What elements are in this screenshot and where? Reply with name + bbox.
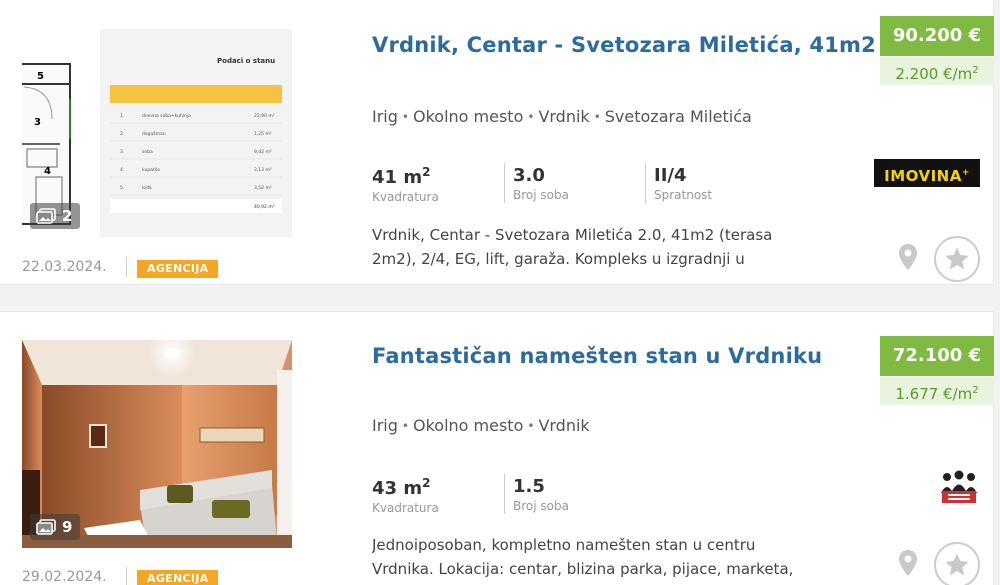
rooms-label: Broj soba bbox=[513, 499, 569, 513]
agency-badge: AGENCIJA bbox=[137, 570, 219, 585]
area-value: 43 m bbox=[372, 478, 423, 499]
rooms-stat: 1.5 Broj soba bbox=[513, 476, 569, 513]
favorite-button[interactable] bbox=[934, 542, 980, 585]
floorplan-row-number: 3. bbox=[120, 149, 124, 155]
map-pin-icon[interactable] bbox=[898, 243, 918, 271]
location-part: Irig bbox=[372, 107, 398, 126]
floor-stat: II/4 Spratnost bbox=[654, 165, 712, 202]
agency-badge: AGENCIJA bbox=[137, 260, 219, 278]
rooms-value: 1.5 bbox=[513, 476, 545, 497]
room-label: 5 bbox=[37, 71, 44, 82]
room-label: 3 bbox=[34, 117, 41, 128]
listing-title[interactable]: Vrdnik, Centar - Svetozara Miletića, 41m… bbox=[372, 33, 876, 57]
location-part: Vrdnik bbox=[538, 107, 590, 126]
location-part: Okolno mesto bbox=[412, 107, 524, 126]
location-part: Okolno mesto bbox=[412, 416, 524, 435]
divider bbox=[504, 474, 505, 514]
listing-location: Irig • Okolno mesto • Vrdnik • Svetozara Milet… bbox=[372, 107, 752, 126]
floorplan-row-number: 5. bbox=[120, 185, 124, 191]
rooms-stat: 3.0 Broj soba bbox=[513, 165, 569, 202]
divider bbox=[645, 163, 646, 203]
price-per-m2: 1.677 €/m2 bbox=[880, 377, 994, 405]
listing-price: 72.100 € bbox=[880, 336, 994, 376]
floor-label: Spratnost bbox=[654, 188, 713, 202]
floorplan-row-number: 1. bbox=[120, 113, 124, 119]
listing-description: Jednoiposoban, kompletno namešten stan u… bbox=[372, 536, 794, 578]
floorplan-row-area: 1,25 m² bbox=[254, 131, 272, 137]
listing-location: Irig • Okolno mesto • Vrdnik bbox=[372, 416, 590, 435]
floorplan-row-number: 4. bbox=[120, 167, 124, 173]
floor-value: II/4 bbox=[654, 165, 687, 186]
area-stat: 41 m2 Kvadratura bbox=[372, 165, 439, 204]
price-per-m2: 2.200 €/m2 bbox=[880, 57, 994, 85]
listing-thumbnail[interactable]: 9 bbox=[22, 340, 292, 548]
divider bbox=[504, 163, 505, 203]
agency-logo[interactable]: IMOVINA+ bbox=[874, 159, 980, 187]
star-icon bbox=[945, 247, 969, 270]
floorplan-row-area: 3,13 m² bbox=[254, 167, 272, 173]
favorite-button[interactable] bbox=[934, 236, 980, 282]
map-pin-icon[interactable] bbox=[898, 549, 918, 577]
floorplan-row-number: 2. bbox=[120, 131, 124, 137]
listing-title[interactable]: Fantastičan namešten stan u Vrdniku bbox=[372, 344, 822, 368]
floorplan-row-room: kupatilo bbox=[142, 167, 160, 173]
listing-thumbnail[interactable]: 5 3 4 Podaci o stanu 1. dnevna soba+kuhin… bbox=[22, 29, 292, 237]
floorplan-row-area: 3,52 m² bbox=[254, 185, 272, 191]
image-stack-icon bbox=[36, 519, 56, 535]
area-value: 41 m bbox=[372, 167, 423, 188]
floorplan-row-room: lođa bbox=[142, 185, 152, 191]
star-icon bbox=[945, 553, 969, 576]
rooms-label: Broj soba bbox=[513, 188, 569, 202]
area-label: Kvadratura bbox=[372, 190, 439, 204]
area-stat: 43 m2 Kvadratura bbox=[372, 476, 439, 515]
divider bbox=[126, 257, 127, 277]
floorplan-row-area: 22,90 m² bbox=[254, 113, 275, 119]
floorplan-heading: Podaci o stanu bbox=[217, 57, 275, 65]
listing-date: 29.02.2024. bbox=[22, 569, 107, 585]
rooms-value: 3.0 bbox=[513, 165, 545, 186]
floorplan-total: 40,92 m² bbox=[254, 204, 275, 210]
room-label: 4 bbox=[44, 166, 51, 177]
listing-description: Vrdnik, Centar - Svetozara Miletića 2.0,… bbox=[372, 226, 773, 268]
photo-count: 9 bbox=[30, 514, 81, 540]
floorplan-row-room: dnevna soba+kuhinja bbox=[142, 113, 191, 119]
agency-logo[interactable] bbox=[938, 467, 980, 509]
floorplan-row-room: soba bbox=[142, 149, 153, 155]
location-part: Irig bbox=[372, 416, 398, 435]
photo-count-value: 9 bbox=[62, 518, 73, 536]
divider bbox=[126, 567, 127, 585]
photo-count-value: 2 bbox=[62, 207, 73, 225]
location-part: Svetozara Miletića bbox=[604, 107, 752, 126]
floorplan-row-area: 9,42 m² bbox=[254, 149, 272, 155]
floorplan-row-room: degažman bbox=[142, 130, 166, 137]
listing-card[interactable]: 5 3 4 Podaci o stanu 1. dnevna soba+kuhin… bbox=[0, 0, 994, 285]
photo-count: 2 bbox=[30, 203, 81, 229]
listing-date: 22.03.2024. bbox=[22, 259, 107, 275]
location-part: Vrdnik bbox=[538, 416, 590, 435]
listing-price: 90.200 € bbox=[880, 16, 994, 56]
listing-card[interactable]: 9 29.02.2024. AGENCIJA Fantastičan nameš… bbox=[0, 311, 994, 585]
area-label: Kvadratura bbox=[372, 501, 439, 515]
image-stack-icon bbox=[36, 208, 56, 224]
